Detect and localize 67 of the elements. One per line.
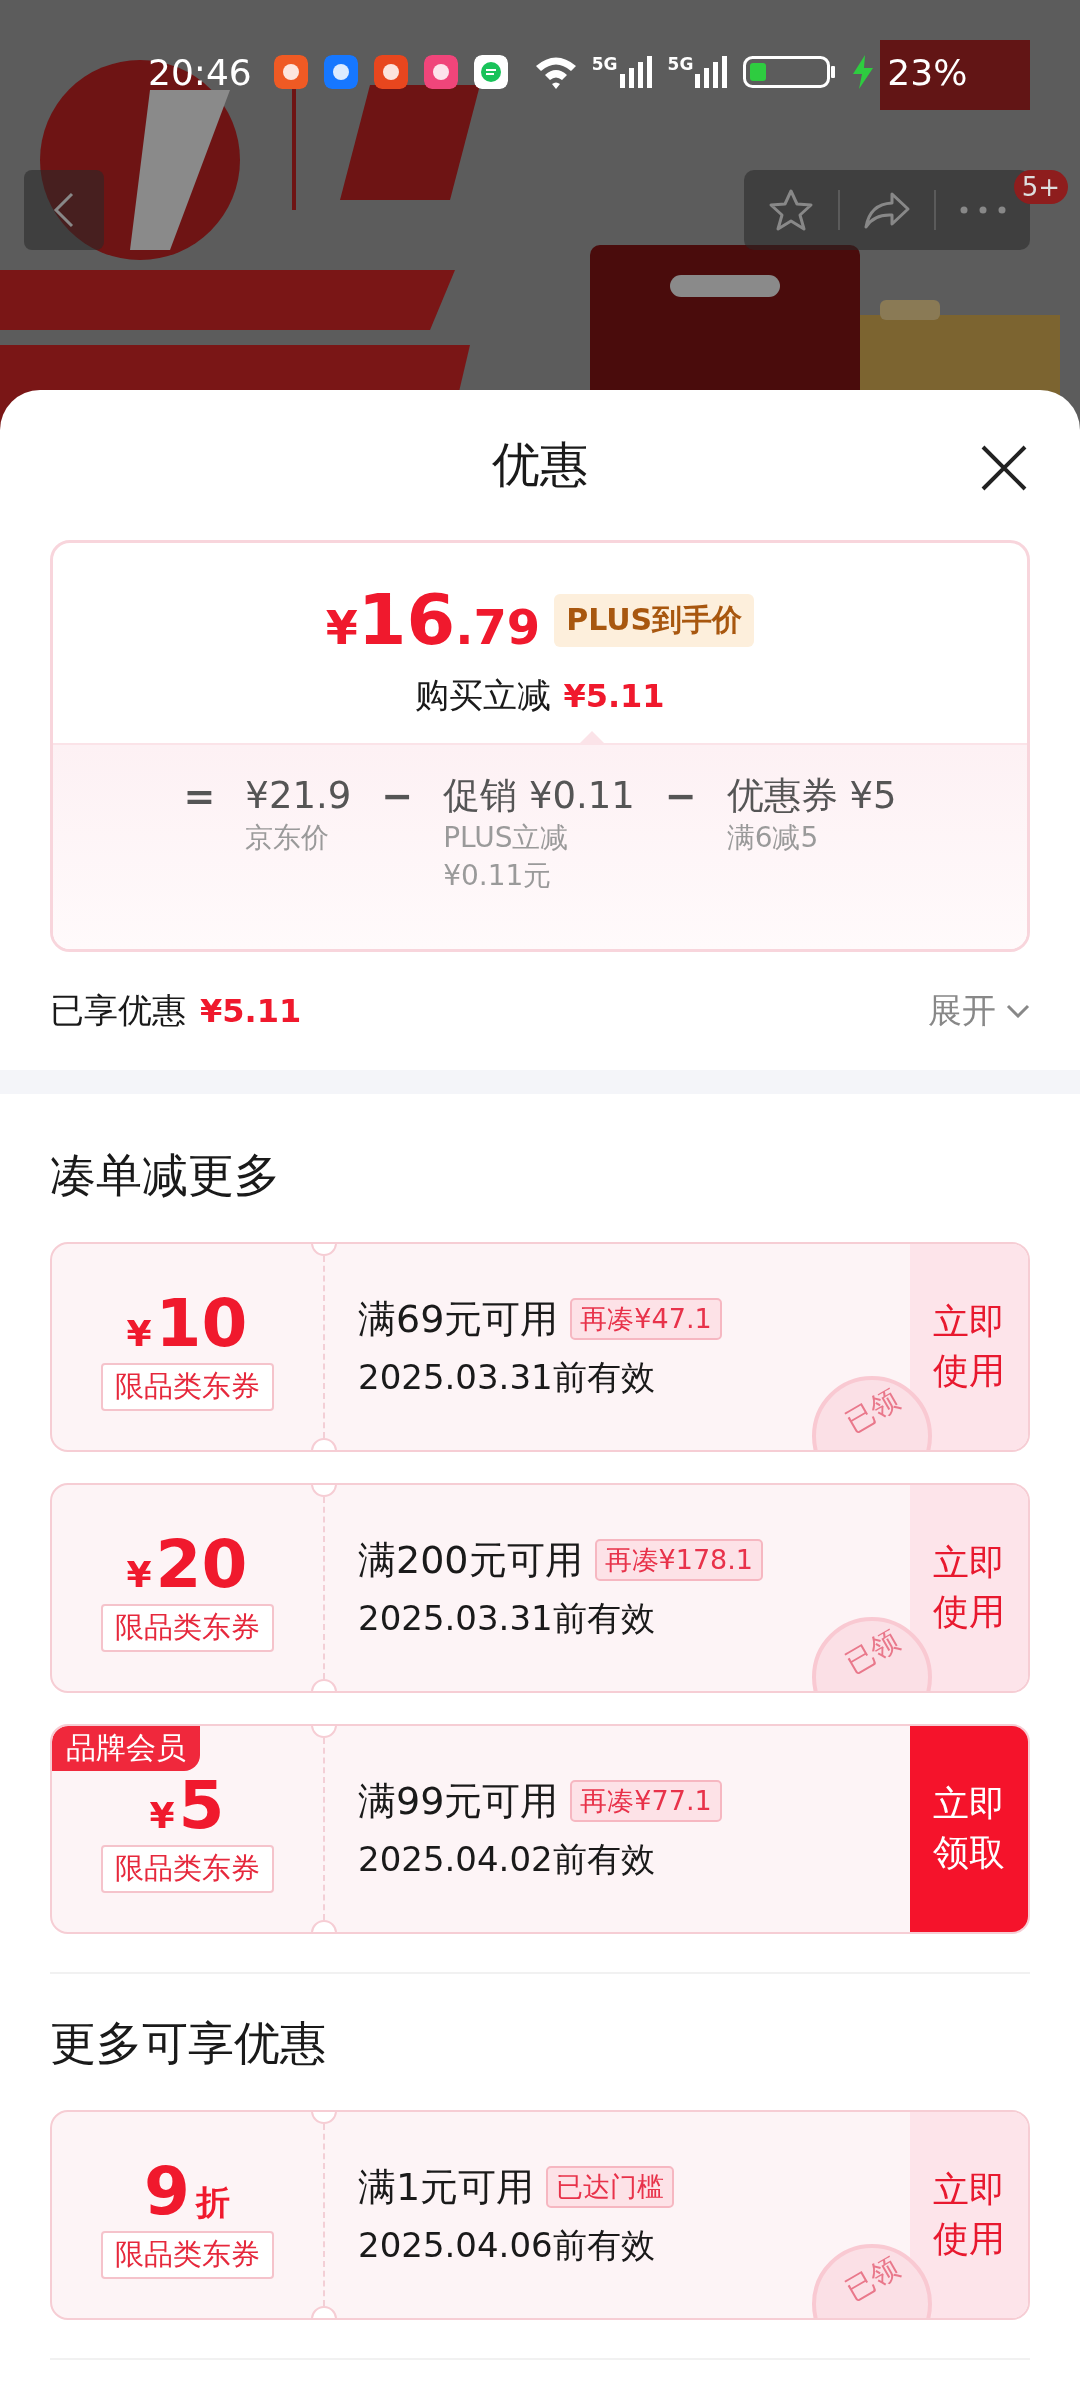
coupon-condition: 满69元可用 [358,1295,559,1343]
coupon-validity: 2025.03.31前有效 [358,1596,656,1640]
coupon-category-tag: 限品类东券 [100,1604,274,1652]
sheet-title: 优惠 [492,435,588,494]
signal-icon [695,56,730,88]
section-title: 凑单减更多 [50,1147,281,1204]
coupon-condition: 满200元可用 [358,1536,583,1584]
coupon-category-tag: 限品类东券 [100,2231,274,2279]
coupon-amount: 9 折 [144,2159,230,2225]
claimed-stamp: 已领 [812,1376,932,1450]
more-icon [960,206,1006,214]
favorite-icon [768,188,814,232]
saving-label: 购买立减 [415,674,552,717]
enjoyed-value: ¥5.11 [200,992,302,1030]
share-icon [862,190,912,230]
saving-value: ¥5.11 [563,677,665,715]
coupon-chip: 再凑¥178.1 [594,1539,763,1581]
claimed-stamp: 已领 [812,1617,932,1691]
chevron-down-icon [1006,1004,1030,1018]
coupon-category-tag: 限品类东券 [100,1845,274,1893]
breakdown-note: 京东价 [245,820,331,856]
price-label: PLUS到手价 [554,593,755,647]
coupon-amount: ¥5 [149,1773,225,1839]
breakdown-note: PLUS立减 [443,820,570,856]
notification-app-icon [373,55,408,89]
coupon-validity: 2025.04.02前有效 [358,1837,656,1881]
back-button[interactable] [24,170,104,250]
signal-icon [619,56,654,88]
use-button[interactable]: 立即使用 [910,1244,1028,1450]
notification-app-icon [423,55,458,89]
member-tag: 品牌会员 [52,1726,200,1771]
network-label: 5G [667,56,694,73]
coupon-chip: 已达门槛 [546,2166,675,2208]
network-label: 5G [591,56,618,73]
claimed-stamp: 已领 [812,2244,932,2318]
coupon-category-tag: 限品类东券 [100,1363,274,1411]
breakdown-value: 促销 ¥0.11 [443,773,635,819]
breakdown-value: ¥21.9 [245,773,352,819]
enjoyed-label: 已享优惠 [50,989,186,1032]
notification-app-icon [473,55,508,89]
section-title: 更多可享优惠 [50,2015,327,2072]
breakdown-note: ¥0.11元 [443,858,553,894]
notification-app-icon [323,55,358,89]
coupon-amount: ¥20 [126,1532,248,1598]
close-icon [980,444,1028,492]
coupon-condition: 满1元可用 [358,2163,535,2211]
notification-app-icon [273,55,308,89]
use-button[interactable]: 立即使用 [910,2112,1028,2318]
operator-sign: = [183,773,216,820]
final-price: ¥16.79 [325,585,541,655]
charging-icon [853,55,874,89]
expand-button[interactable]: 展开 [928,988,1030,1034]
status-time: 20:46 [148,51,252,93]
operator-sign: − [381,773,414,820]
coupon-validity: 2025.03.31前有效 [358,1355,656,1399]
coupon-chip: 再凑¥47.1 [570,1298,722,1340]
coupon-amount: ¥10 [126,1291,248,1357]
breakdown-note: 满6减5 [726,820,820,856]
use-button[interactable]: 立即使用 [910,1485,1028,1691]
back-icon [52,190,76,230]
battery-percent: 23% [887,51,968,93]
breakdown-value: 优惠券 ¥5 [726,773,897,819]
claim-button[interactable]: 立即领取 [910,1726,1028,1932]
operator-sign: − [664,773,697,820]
coupon-chip: 再凑¥77.1 [570,1780,722,1822]
coupon-validity: 2025.04.06前有效 [358,2223,656,2267]
coupon-condition: 满99元可用 [358,1777,559,1825]
